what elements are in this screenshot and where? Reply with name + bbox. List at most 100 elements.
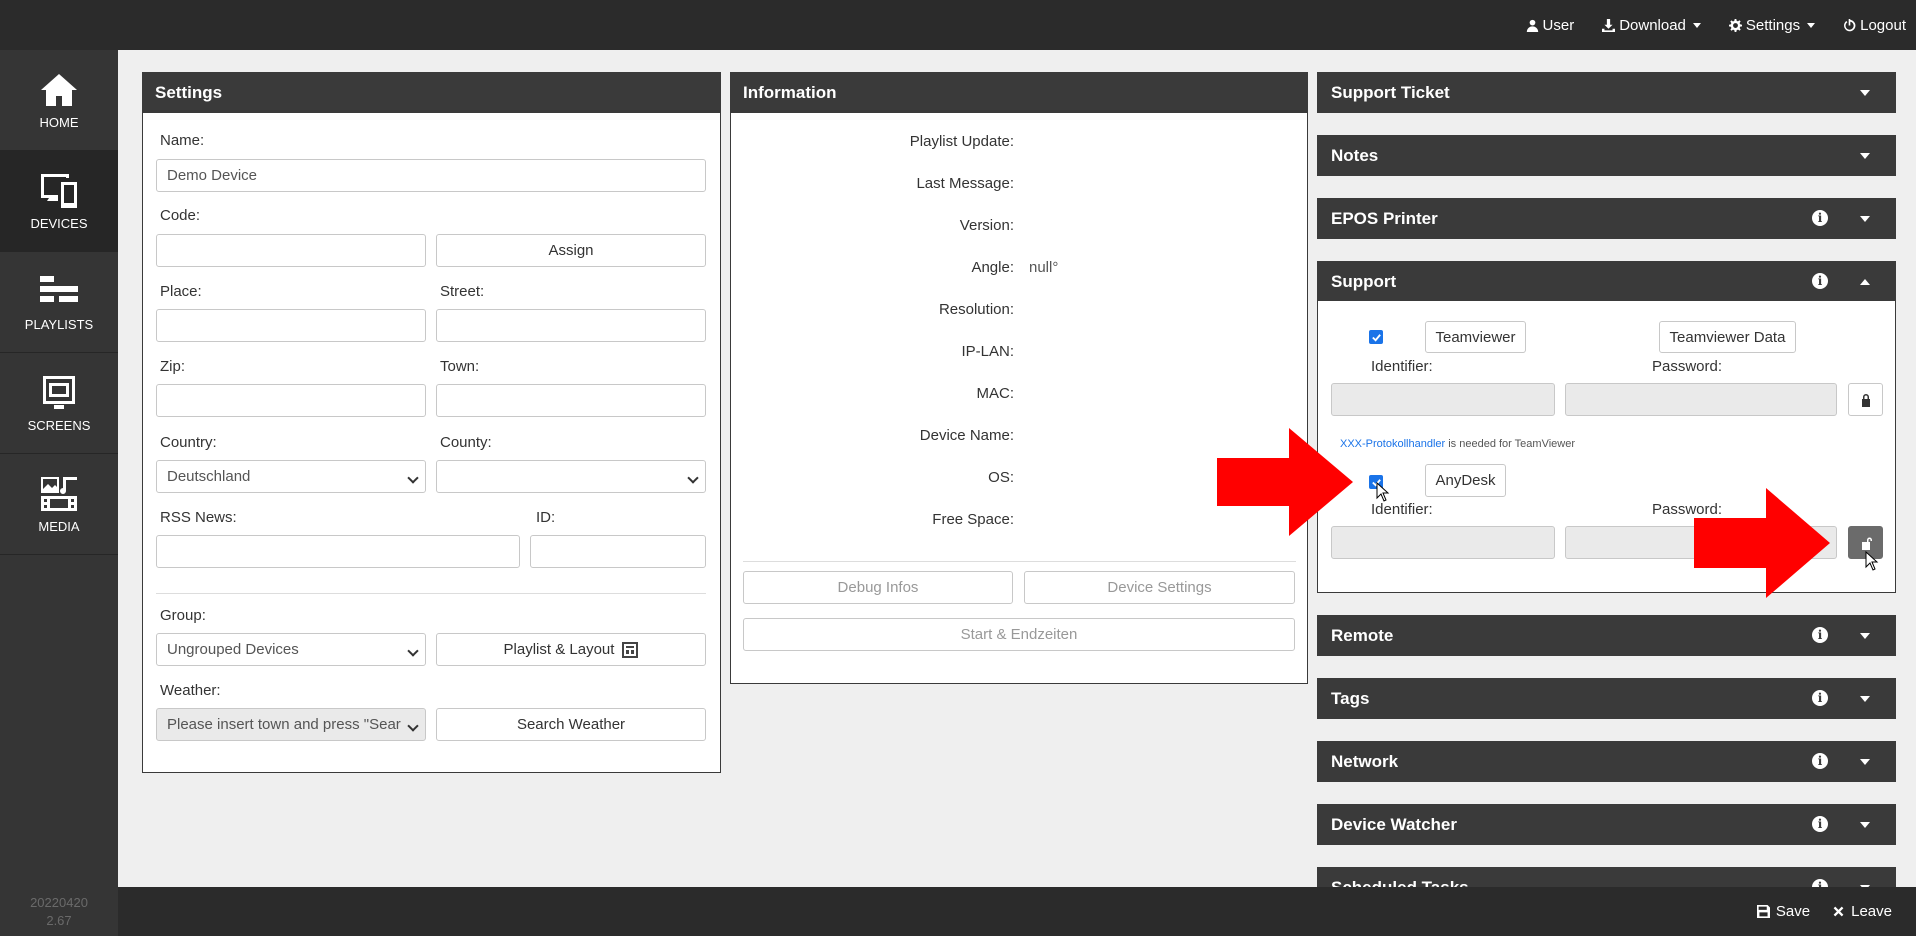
accordion-network[interactable]: Network i: [1317, 741, 1896, 782]
info-icon[interactable]: i: [1812, 210, 1828, 226]
playlist-layout-label: Playlist & Layout: [503, 641, 615, 658]
teamviewer-button[interactable]: Teamviewer: [1425, 321, 1526, 353]
accordion-title: Tags: [1331, 688, 1370, 708]
sidebar-item-devices[interactable]: DEVICES: [0, 151, 118, 252]
user-label: User: [1542, 16, 1575, 34]
sidebar-item-label: DEVICES: [30, 215, 88, 231]
assign-button[interactable]: Assign: [436, 234, 706, 267]
name-label: Name:: [160, 132, 205, 149]
check-icon: [1371, 333, 1381, 342]
anydesk-identifier-input[interactable]: [1331, 526, 1555, 559]
street-label: Street:: [440, 283, 485, 300]
accordion-title: Support Ticket: [1331, 82, 1450, 102]
version-number: 2.67: [46, 913, 72, 928]
chevron-down-icon: [1860, 153, 1870, 159]
sidebar: HOME DEVICES PLAYLISTS SCREENS MEDIA 202…: [0, 50, 118, 936]
town-input[interactable]: [436, 384, 706, 417]
id-input[interactable]: [530, 535, 706, 568]
close-icon: [1833, 906, 1844, 917]
caret-down-icon: [1807, 22, 1816, 28]
zip-label: Zip:: [160, 358, 186, 375]
settings-label: Settings: [1745, 16, 1801, 34]
accordion-support-ticket[interactable]: Support Ticket: [1317, 72, 1896, 113]
power-icon: [1844, 18, 1856, 31]
save-label: Save: [1775, 903, 1811, 920]
teamviewer-identifier-input[interactable]: [1331, 383, 1555, 416]
playlist-layout-button[interactable]: Playlist & Layout: [436, 633, 706, 666]
sidebar-item-home[interactable]: HOME: [0, 50, 118, 151]
user-icon: [1526, 19, 1538, 32]
save-icon: [1756, 905, 1770, 918]
download-icon: [1602, 18, 1616, 32]
accordion-support[interactable]: Support i: [1317, 261, 1896, 302]
anydesk-identifier-label: Identifier:: [1371, 501, 1433, 518]
group-select[interactable]: Ungrouped Devices: [156, 633, 426, 666]
teamviewer-password-label: Password:: [1652, 358, 1723, 375]
settings-panel: Settings Name: Demo Device Code: Assign …: [142, 72, 721, 773]
info-icon[interactable]: i: [1812, 753, 1828, 769]
accordion-title: Notes: [1331, 145, 1379, 165]
accordion-title: Device Watcher: [1331, 814, 1457, 834]
chevron-down-icon: [1860, 90, 1870, 96]
debug-infos-button[interactable]: Debug Infos: [743, 571, 1013, 604]
search-weather-button[interactable]: Search Weather: [436, 708, 706, 741]
rss-news-input[interactable]: [156, 535, 520, 568]
teamviewer-checkbox[interactable]: [1369, 330, 1383, 344]
accordion-device-watcher[interactable]: Device Watcher i: [1317, 804, 1896, 845]
info-row-ip-lan: IP-LAN:: [961, 343, 1014, 360]
user-menu[interactable]: User: [1526, 16, 1575, 34]
country-select[interactable]: Deutschland: [156, 460, 426, 493]
teamviewer-lock-button[interactable]: [1848, 383, 1883, 416]
cursor-icon: [1865, 551, 1879, 571]
group-label: Group:: [160, 607, 206, 624]
chevron-down-icon: [1860, 633, 1870, 639]
info-icon[interactable]: i: [1812, 627, 1828, 643]
info-icon[interactable]: i: [1812, 816, 1828, 832]
accordion-title: Remote: [1331, 625, 1394, 645]
footer-bar: Save Leave: [118, 887, 1916, 936]
info-icon[interactable]: i: [1812, 273, 1828, 289]
accordion-epos-printer[interactable]: EPOS Printer i: [1317, 198, 1896, 239]
divider: [743, 561, 1296, 562]
logout-button[interactable]: Logout: [1843, 17, 1906, 34]
code-input[interactable]: [156, 234, 426, 267]
name-input[interactable]: Demo Device: [156, 159, 706, 192]
county-select[interactable]: [436, 460, 706, 493]
sidebar-item-playlists[interactable]: PLAYLISTS: [0, 252, 118, 353]
info-icon[interactable]: i: [1812, 690, 1828, 706]
chevron-down-icon: [1860, 822, 1870, 828]
anydesk-button[interactable]: AnyDesk: [1425, 464, 1506, 497]
info-row-mac: MAC:: [976, 385, 1015, 402]
accordion-tags[interactable]: Tags i: [1317, 678, 1896, 719]
code-label: Code:: [160, 207, 201, 224]
footer-actions: Save Leave: [1756, 887, 1892, 936]
place-label: Place:: [160, 283, 202, 300]
sidebar-item-screens[interactable]: SCREENS: [0, 353, 118, 454]
info-row-last-message: Last Message:: [916, 175, 1014, 192]
place-input[interactable]: [156, 309, 426, 342]
protocol-handler-link[interactable]: XXX-Protokollhandler: [1340, 438, 1445, 450]
sidebar-item-media[interactable]: MEDIA: [0, 454, 118, 555]
teamviewer-password-input[interactable]: [1565, 383, 1837, 416]
download-menu[interactable]: Download: [1602, 17, 1701, 34]
teamviewer-data-button[interactable]: Teamviewer Data: [1659, 321, 1796, 353]
info-row-version: Version:: [959, 217, 1014, 234]
version-info: 20220420 2.67: [0, 894, 118, 930]
rss-news-label: RSS News:: [160, 509, 237, 526]
leave-button[interactable]: Leave: [1832, 903, 1892, 920]
save-button[interactable]: Save: [1756, 903, 1811, 920]
street-input[interactable]: [436, 309, 706, 342]
accordion-remote[interactable]: Remote i: [1317, 615, 1896, 656]
weather-select[interactable]: Please insert town and press "Sear: [156, 708, 426, 741]
start-endzeiten-button[interactable]: Start & Endzeiten: [743, 618, 1295, 651]
lock-icon: [1861, 393, 1870, 407]
protocol-note: XXX-Protokollhandler is needed for TeamV…: [1340, 438, 1575, 450]
devices-icon: [41, 173, 77, 208]
zip-input[interactable]: [156, 384, 426, 417]
accordion-title: Support: [1331, 271, 1397, 291]
accordion-notes[interactable]: Notes: [1317, 135, 1896, 176]
settings-menu[interactable]: Settings: [1728, 16, 1816, 34]
device-settings-button[interactable]: Device Settings: [1024, 571, 1295, 604]
chevron-up-icon: [1860, 279, 1870, 285]
caret-down-icon: [1692, 22, 1701, 28]
